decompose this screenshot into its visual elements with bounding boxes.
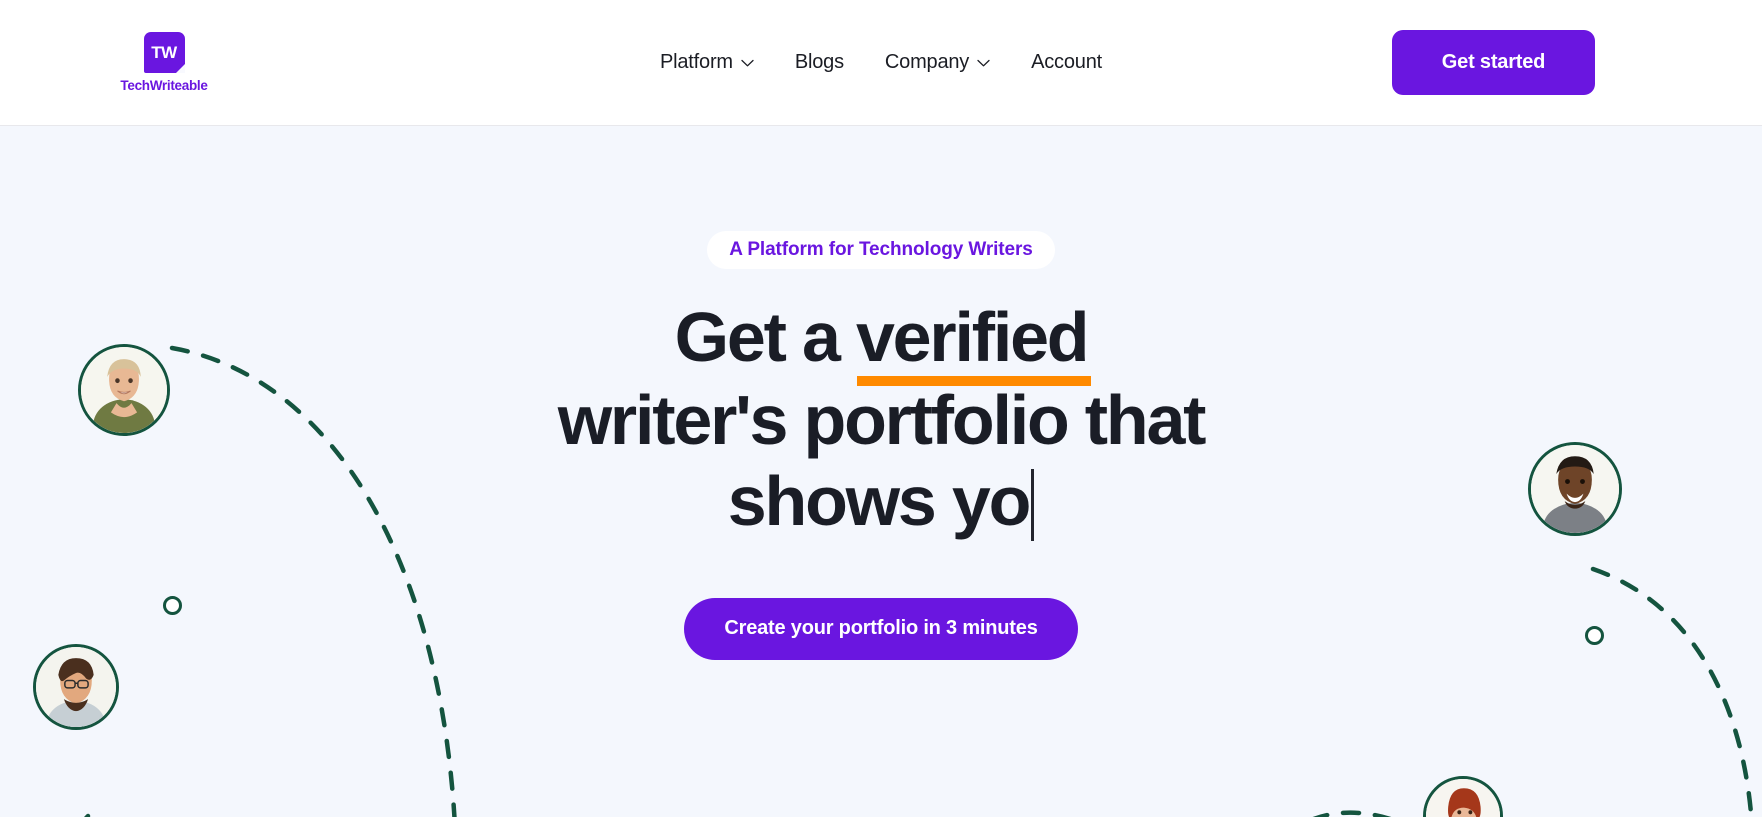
hero-headline: Get a verified writer's portfolio that s… <box>557 297 1207 543</box>
nav-item-platform[interactable]: Platform <box>660 51 754 74</box>
chevron-down-icon <box>977 59 990 67</box>
avatar-writer-top-left <box>78 344 170 436</box>
landing-page: TW TechWriteable Platform Blogs Company <box>0 0 1762 817</box>
get-started-button[interactable]: Get started <box>1392 30 1595 95</box>
hero-section: A Platform for Technology Writers Get a … <box>0 126 1762 817</box>
nav-item-label: Platform <box>660 51 733 73</box>
nav-item-company[interactable]: Company <box>885 51 990 74</box>
arc-node-dot-top-right <box>1585 626 1604 645</box>
nav-item-label: Company <box>884 51 970 73</box>
hero-content: A Platform for Technology Writers Get a … <box>0 126 1762 817</box>
headline-line-2: writer's portfolio that <box>557 381 1207 460</box>
avatar-writer-top-right <box>1528 442 1622 536</box>
arc-node-dot-top-left <box>163 596 182 615</box>
nav-item-blogs[interactable]: Blogs <box>795 51 844 74</box>
headline-line-3: shows yo <box>558 461 1205 542</box>
avatar-writer-bottom-left <box>33 644 119 730</box>
headline-prefix: Get a <box>674 298 856 376</box>
logo-mark-text: TW <box>151 43 177 62</box>
nav-item-label: Blogs <box>794 51 844 73</box>
site-header: TW TechWriteable Platform Blogs Company <box>0 0 1762 126</box>
create-portfolio-button[interactable]: Create your portfolio in 3 minutes <box>684 597 1078 660</box>
headline-line-1: Get a verified <box>558 297 1205 387</box>
headline-typed-text: shows yo <box>727 462 1032 541</box>
nav-item-account[interactable]: Account <box>1031 51 1102 74</box>
typing-caret <box>1031 469 1035 542</box>
nav-item-label: Account <box>1031 51 1102 73</box>
hero-eyebrow-badge: A Platform for Technology Writers <box>707 231 1055 269</box>
headline-highlight-verified: verified <box>856 297 1092 387</box>
chevron-down-icon <box>741 59 754 67</box>
